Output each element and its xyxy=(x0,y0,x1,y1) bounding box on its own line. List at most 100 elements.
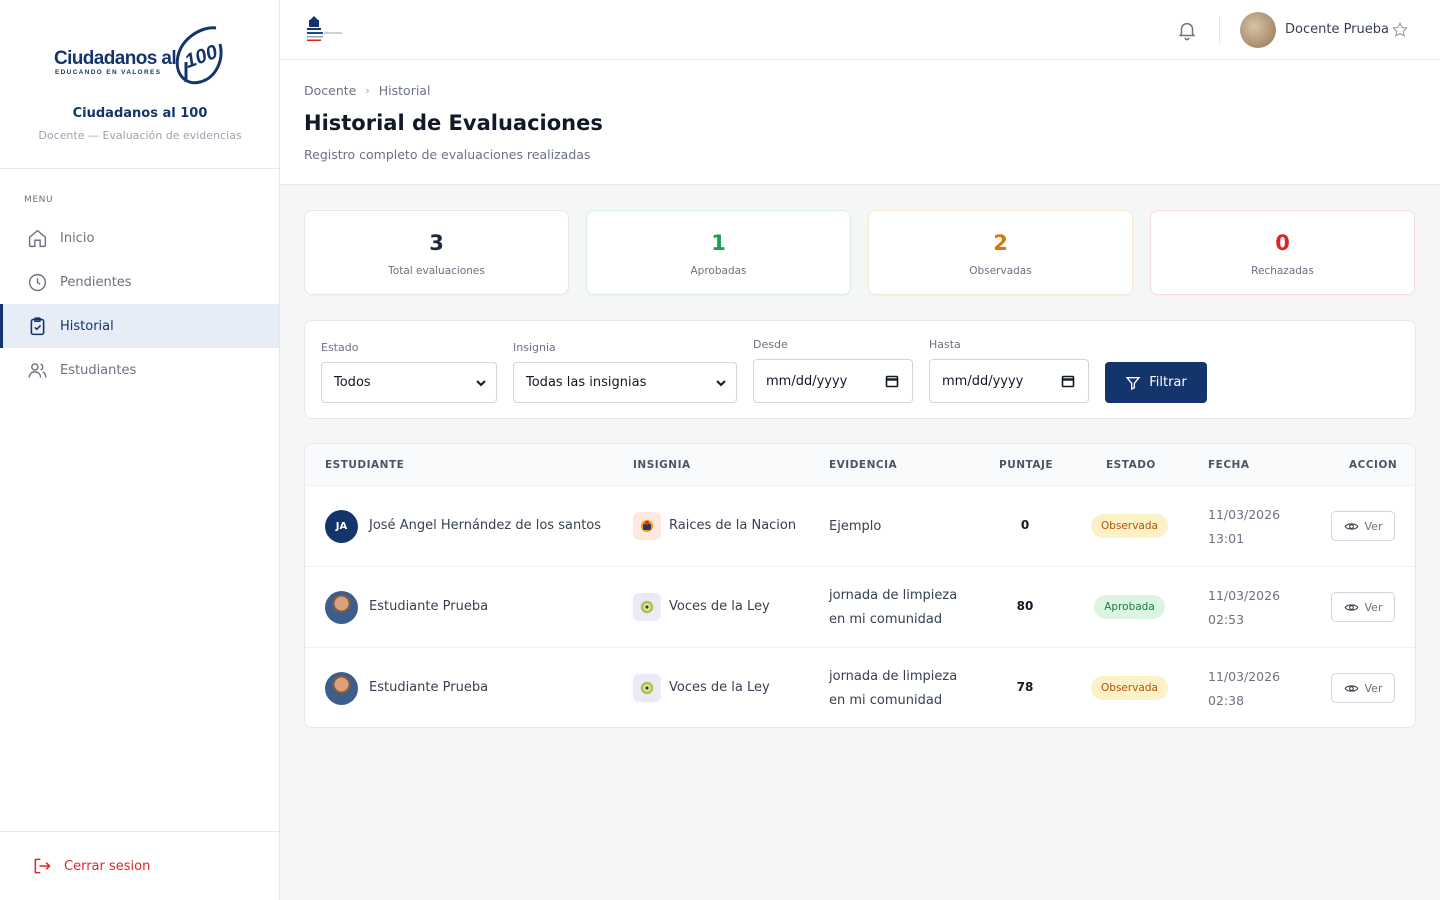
stat-card-total: 3 Total evaluaciones xyxy=(304,210,569,295)
view-button[interactable]: Ver xyxy=(1331,592,1395,622)
desde-label: Desde xyxy=(753,338,788,351)
sidebar-item-inicio[interactable]: Inicio xyxy=(0,216,279,260)
chevron-down-icon xyxy=(476,380,486,387)
sidebar-item-label: Inicio xyxy=(60,230,95,246)
hasta-date-input[interactable]: mm/dd/yyyy xyxy=(929,359,1089,403)
sidebar: Ciudadanos al EDUCANDO EN VALORES 100 Ci… xyxy=(0,0,280,900)
filter-button[interactable]: Filtrar xyxy=(1105,362,1207,403)
gov-logo-icon xyxy=(307,16,342,41)
table-row[interactable]: JA José Angel Hernández de los santos Ra… xyxy=(305,486,1415,567)
calendar-icon[interactable] xyxy=(885,374,899,388)
student-name: Estudiante Prueba xyxy=(369,680,489,695)
page-subtitle: Registro completo de evaluaciones realiz… xyxy=(304,147,591,162)
badge-raices-icon xyxy=(633,512,661,540)
chevron-right-icon: › xyxy=(365,84,370,97)
header-divider xyxy=(1219,16,1220,44)
date-cell: 11/03/2026 13:01 xyxy=(1208,503,1280,551)
brand-name: Ciudadanos al 100 xyxy=(72,106,208,121)
time-value: 13:01 xyxy=(1208,531,1245,546)
logout-icon xyxy=(34,858,51,874)
sidebar-item-pendientes[interactable]: Pendientes xyxy=(0,260,279,304)
bell-icon[interactable] xyxy=(1176,19,1198,41)
hasta-placeholder: mm/dd/yyyy xyxy=(942,373,1024,389)
time-value: 02:53 xyxy=(1208,612,1245,627)
stat-card-observadas: 2 Observadas xyxy=(868,210,1133,295)
avatar: JA xyxy=(325,510,358,543)
top-header: Docente Prueba xyxy=(280,0,1440,60)
insignia-select[interactable]: Todas las insignias xyxy=(513,362,737,403)
page-header: Docente › Historial Historial de Evaluac… xyxy=(280,60,1440,185)
sidebar-item-estudiantes[interactable]: Estudiantes xyxy=(0,348,279,392)
desde-placeholder: mm/dd/yyyy xyxy=(766,373,848,389)
student-name: Estudiante Prueba xyxy=(369,599,489,614)
star-icon[interactable] xyxy=(1391,21,1409,39)
insignia-value: Todas las insignias xyxy=(526,375,647,390)
view-button[interactable]: Ver xyxy=(1331,511,1395,541)
column-header-accion: ACCION xyxy=(1349,459,1398,471)
table-row[interactable]: Estudiante Prueba Voces de la Ley jornad… xyxy=(305,567,1415,648)
stat-value: 3 xyxy=(429,231,444,255)
avatar[interactable] xyxy=(1240,12,1276,48)
eye-icon xyxy=(1344,603,1358,611)
date-cell: 11/03/2026 02:53 xyxy=(1208,584,1280,632)
breadcrumb-historial: Historial xyxy=(378,83,431,98)
svg-text:100: 100 xyxy=(182,41,221,73)
view-button-label: Ver xyxy=(1364,519,1383,533)
column-header-fecha: FECHA xyxy=(1208,459,1250,471)
stat-value: 2 xyxy=(993,231,1008,255)
sidebar-item-historial[interactable]: Historial xyxy=(0,304,279,348)
breadcrumb: Docente › Historial xyxy=(304,83,430,98)
column-header-estado: ESTADO xyxy=(1106,459,1156,471)
evidence-text: Ejemplo xyxy=(829,519,882,534)
stat-card-rechazadas: 0 Rechazadas xyxy=(1150,210,1415,295)
logout-button[interactable]: Cerrar sesion xyxy=(0,831,279,900)
users-icon xyxy=(28,362,47,378)
stat-label: Total evaluaciones xyxy=(388,265,485,277)
stat-label: Observadas xyxy=(969,265,1032,277)
status-badge: Observada xyxy=(1091,676,1168,700)
evidence-line: en mi comunidad xyxy=(829,693,943,708)
stat-card-aprobadas: 1 Aprobadas xyxy=(586,210,851,295)
sidebar-item-label: Pendientes xyxy=(60,274,132,290)
insignia-label: Insignia xyxy=(513,341,556,354)
view-button[interactable]: Ver xyxy=(1331,673,1395,703)
time-value: 02:38 xyxy=(1208,693,1245,708)
table-row[interactable]: Estudiante Prueba Voces de la Ley jornad… xyxy=(305,648,1415,727)
stat-label: Rechazadas xyxy=(1251,265,1314,277)
hasta-label: Hasta xyxy=(929,338,961,351)
status-badge: Observada xyxy=(1091,514,1168,538)
badge-name: Voces de la Ley xyxy=(669,599,770,614)
home-icon xyxy=(28,229,47,247)
column-header-estudiante: ESTUDIANTE xyxy=(325,459,405,471)
logo-text: Ciudadanos al xyxy=(54,48,177,69)
estado-select[interactable]: Todos xyxy=(321,362,497,403)
stat-label: Aprobadas xyxy=(690,265,747,277)
page-title: Historial de Evaluaciones xyxy=(304,111,603,135)
table-header: ESTUDIANTE INSIGNIA EVIDENCIA PUNTAJE ES… xyxy=(305,444,1415,486)
brand-header: Ciudadanos al EDUCANDO EN VALORES 100 Ci… xyxy=(0,0,279,169)
badge-name: Raices de la Nacion xyxy=(669,518,797,533)
score-value: 80 xyxy=(1016,599,1034,613)
badge-voces-icon xyxy=(633,674,661,702)
student-name: José Angel Hernández de los santos xyxy=(369,518,602,533)
evidence-line: jornada de limpieza xyxy=(829,669,958,684)
column-header-evidencia: EVIDENCIA xyxy=(829,459,898,471)
chevron-down-icon xyxy=(716,380,726,387)
logo-tagline: EDUCANDO EN VALORES xyxy=(55,69,162,76)
status-badge: Aprobada xyxy=(1094,595,1165,619)
view-button-label: Ver xyxy=(1364,681,1383,695)
app-logo[interactable]: Ciudadanos al EDUCANDO EN VALORES 100 xyxy=(54,24,226,90)
evidence-line: jornada de limpieza xyxy=(829,588,958,603)
column-header-insignia: INSIGNIA xyxy=(633,459,691,471)
stat-value: 0 xyxy=(1275,231,1290,255)
user-name[interactable]: Docente Prueba xyxy=(1285,22,1389,37)
sidebar-nav: Inicio Pendientes Historial Estudiantes xyxy=(0,216,279,392)
column-header-puntaje: PUNTAJE xyxy=(999,459,1054,471)
calendar-icon[interactable] xyxy=(1061,374,1075,388)
breadcrumb-docente[interactable]: Docente xyxy=(304,83,356,98)
desde-date-input[interactable]: mm/dd/yyyy xyxy=(753,359,913,403)
avatar xyxy=(325,591,358,624)
date-value: 11/03/2026 xyxy=(1208,507,1281,522)
evaluations-table: ESTUDIANTE INSIGNIA EVIDENCIA PUNTAJE ES… xyxy=(304,443,1416,728)
menu-title: MENU xyxy=(24,195,54,205)
